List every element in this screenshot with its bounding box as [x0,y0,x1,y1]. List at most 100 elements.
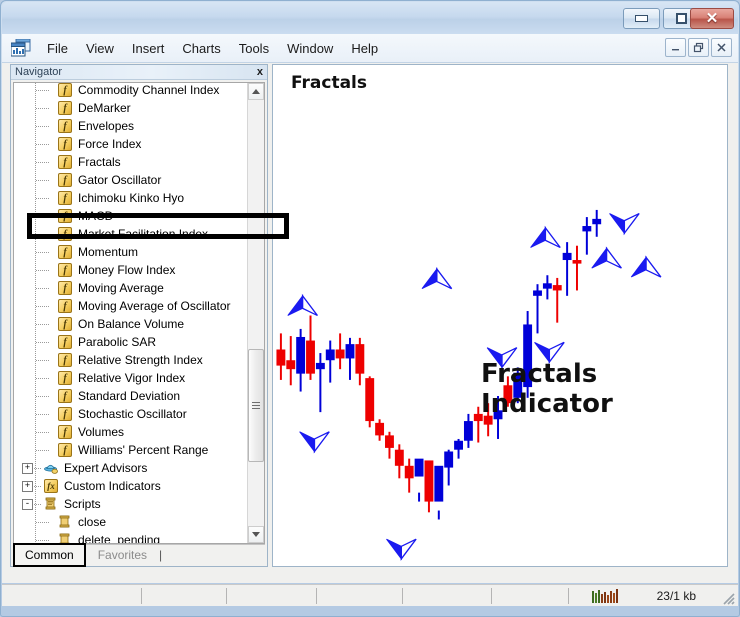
tree-item-commodity-channel-index[interactable]: f Commodity Channel Index [14,83,247,99]
navigator-scrollbar[interactable] [247,83,264,543]
menu-item-help[interactable]: Help [342,38,387,59]
menu-item-tools[interactable]: Tools [230,38,278,59]
scroll-up-button[interactable] [248,83,264,100]
scroll-down-button[interactable] [248,526,264,543]
tree-item-momentum[interactable]: f Momentum [14,243,247,261]
indicator-icon: f [58,443,72,457]
tree-group-expert-advisors[interactable]: + Expert Advisors [14,459,247,477]
window-close-button[interactable]: ✕ [690,8,734,29]
application-window: ✕ File View Insert Charts Tools Window H… [0,0,740,617]
tree-item-relative-vigor-index[interactable]: f Relative Vigor Index [14,369,247,387]
tree-item-parabolic-sar[interactable]: f Parabolic SAR [14,333,247,351]
navigator-tabs: Common Favorites | [13,543,265,567]
tab-common[interactable]: Common [13,543,86,567]
tree-item-ichimoku-kinko-hyo[interactable]: f Ichimoku Kinko Hyo [14,189,247,207]
tree-tick [36,450,50,451]
tree-item-williams-percent-range[interactable]: f Williams' Percent Range [14,441,247,459]
tree-expander[interactable]: + [22,481,33,492]
indicator-icon: f [58,317,72,331]
indicator-icon: f [58,227,72,241]
tree-tick [36,162,50,163]
status-bar: 23/1 kb [2,584,738,606]
tree-item-force-index[interactable]: f Force Index [14,135,247,153]
tree-item-envelopes[interactable]: f Envelopes [14,117,247,135]
tree-item-label: Relative Vigor Index [78,371,186,385]
chart-pane[interactable]: Fractals Fractals Indicator [272,64,728,567]
mdi-minimize-button[interactable] [665,38,686,57]
maximize-icon [676,13,687,24]
tree-tick [36,432,50,433]
tree-expander[interactable]: + [22,463,33,474]
menu-bar: File View Insert Charts Tools Window Hel… [2,34,738,63]
indicator-icon: f [58,263,72,277]
tree-tick [36,540,50,541]
script-icon [58,533,72,543]
tab-favorites[interactable]: Favorites [86,545,159,566]
tree-item-fractals[interactable]: f Fractals [14,153,247,171]
tree-item-label: close [78,515,107,529]
tree-item-label: Stochastic Oscillator [78,407,187,421]
tree-item-script-delete-pending[interactable]: delete_pending [14,531,247,543]
menu-item-charts[interactable]: Charts [173,38,229,59]
tree-tick [36,180,50,181]
tree-item-macd[interactable]: f MACD [14,207,247,225]
indicator-icon: f [58,137,72,151]
navigator-tree-container: f Commodity Channel Index f DeMarker f E… [13,82,265,544]
tree-item-moving-average-of-oscillator[interactable]: f Moving Average of Oscillator [14,297,247,315]
tree-tick [36,90,50,91]
menu-item-insert[interactable]: Insert [123,38,174,59]
tree-item-moving-average[interactable]: f Moving Average [14,279,247,297]
mdi-restore-icon [693,42,704,53]
window-minimize-button[interactable] [623,8,660,29]
indicator-icon: f [58,83,72,97]
tree-item-label: Ichimoku Kinko Hyo [78,191,185,205]
scrollbar-thumb[interactable] [248,349,264,462]
tree-item-script-close[interactable]: close [14,513,247,531]
navigator-header: Navigator x [11,65,267,80]
minimize-icon [635,15,648,22]
tree-tick [36,216,50,217]
menu-item-file[interactable]: File [38,38,77,59]
chevron-down-icon [252,532,260,537]
custom-indicator-icon: fx [44,479,58,493]
tree-group-custom-indicators[interactable]: + fx Custom Indicators [14,477,247,495]
tree-item-stochastic-oscillator[interactable]: f Stochastic Oscillator [14,405,247,423]
tree-tick [36,288,50,289]
navigator-tree[interactable]: f Commodity Channel Index f DeMarker f E… [14,83,247,543]
mdi-close-button[interactable] [711,38,732,57]
tree-item-gator-oscillator[interactable]: f Gator Oscillator [14,171,247,189]
tree-item-standard-deviation[interactable]: f Standard Deviation [14,387,247,405]
tree-item-label: Commodity Channel Index [78,83,220,97]
tree-item-volumes[interactable]: f Volumes [14,423,247,441]
tree-item-label: Parabolic SAR [78,335,157,349]
tree-tick [36,108,50,109]
status-divider [316,588,317,604]
tree-item-demarker[interactable]: f DeMarker [14,99,247,117]
tree-item-relative-strength-index[interactable]: f Relative Strength Index [14,351,247,369]
mdi-restore-button[interactable] [688,38,709,57]
navigator-close-icon[interactable]: x [257,65,263,80]
tree-expander[interactable]: - [22,499,33,510]
tree-item-label: Fractals [78,155,121,169]
indicator-icon: f [58,371,72,385]
tree-item-money-flow-index[interactable]: f Money Flow Index [14,261,247,279]
indicator-icon: f [58,353,72,367]
tree-tick [36,342,50,343]
indicator-icon: f [58,389,72,403]
resize-grip-icon[interactable] [721,591,735,605]
tree-item-label: MACD [78,209,114,223]
tree-group-scripts[interactable]: - Scripts [14,495,247,513]
tree-item-label: Moving Average [78,281,164,295]
tree-item-on-balance-volume[interactable]: f On Balance Volume [14,315,247,333]
menu-item-view[interactable]: View [77,38,123,59]
tree-tick [34,504,42,505]
tree-item-label: Volumes [78,425,125,439]
indicator-icon: f [58,209,72,223]
tree-tick [36,306,50,307]
tree-item-label: delete_pending [78,533,161,543]
indicator-icon: f [58,245,72,259]
tree-item-label: DeMarker [78,101,131,115]
tree-tick [36,396,50,397]
menu-item-window[interactable]: Window [278,38,342,59]
tree-item-market-facilitation-index[interactable]: f Market Facilitation Index [14,225,247,243]
